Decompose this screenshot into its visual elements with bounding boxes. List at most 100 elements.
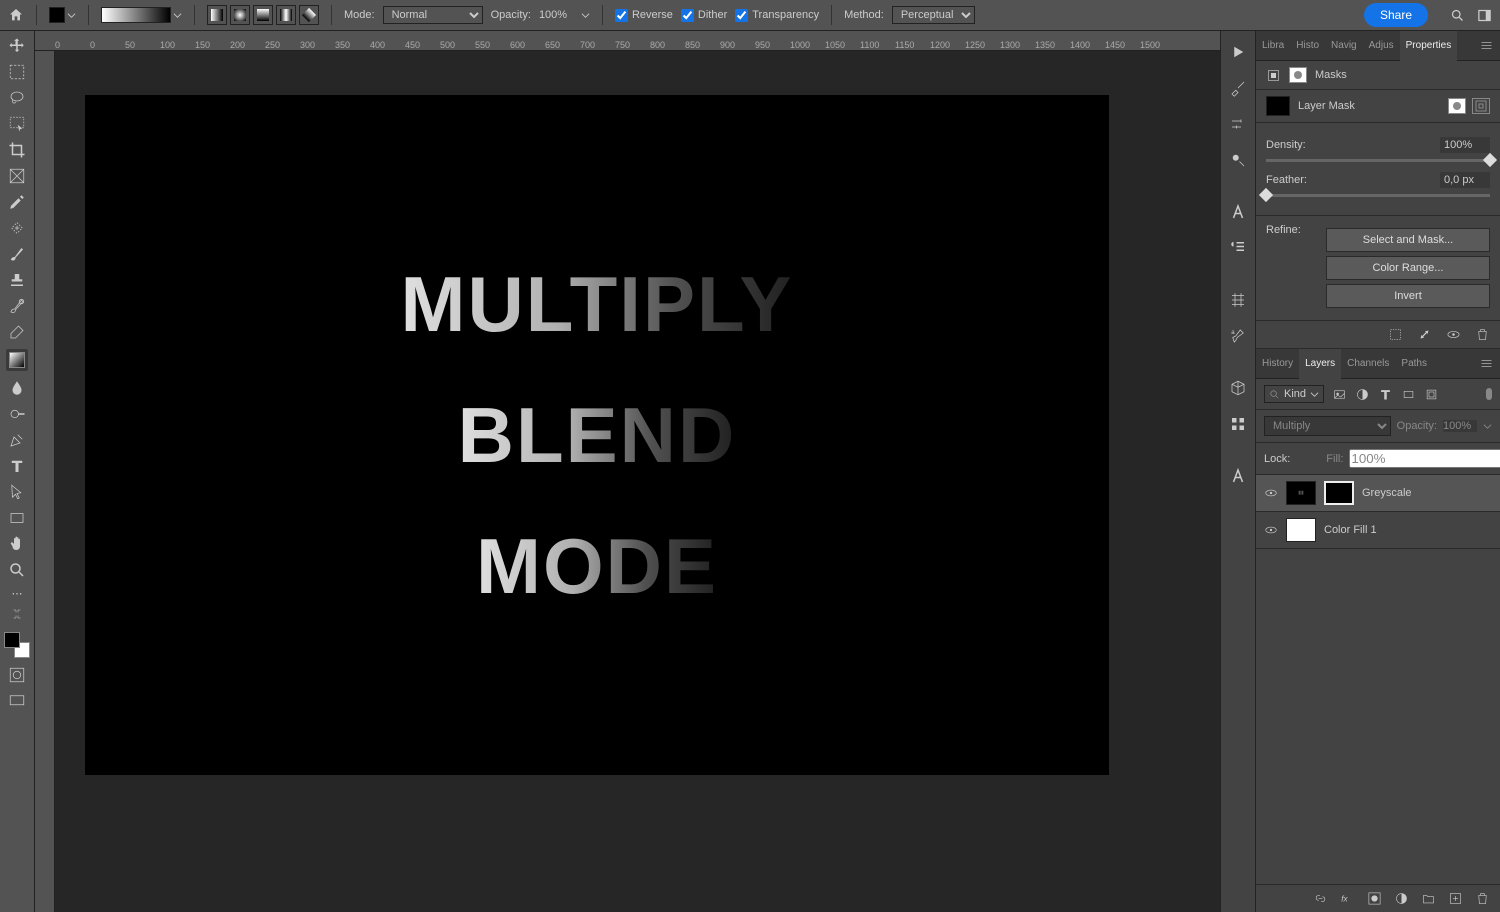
type-panel-icon[interactable] (1229, 467, 1247, 485)
tab-navigator[interactable]: Navig (1325, 31, 1363, 61)
eraser-tool-icon[interactable] (8, 323, 26, 341)
feather-slider[interactable] (1266, 194, 1490, 197)
filter-toggle[interactable] (1486, 388, 1492, 400)
layer-mask-thumbnail[interactable] (1324, 481, 1354, 505)
gradient-tool-icon[interactable] (6, 349, 28, 371)
apply-mask-icon[interactable] (1417, 327, 1432, 342)
lasso-tool-icon[interactable] (8, 89, 26, 107)
feather-input[interactable] (1440, 172, 1490, 188)
panel-menu-icon[interactable] (1479, 38, 1494, 53)
layer-filter-kind[interactable]: Kind (1264, 385, 1324, 403)
healing-tool-icon[interactable] (8, 219, 26, 237)
frame-tool-icon[interactable] (8, 167, 26, 185)
transparency-checkbox[interactable]: Transparency (735, 9, 819, 22)
layer-opacity-input[interactable] (1443, 420, 1477, 432)
select-and-mask-button[interactable]: Select and Mask... (1326, 228, 1490, 252)
rectangle-tool-icon[interactable] (8, 509, 26, 527)
edit-toolbar-icon[interactable] (11, 608, 23, 620)
path-select-tool-icon[interactable] (8, 483, 26, 501)
layer-item[interactable]: Color Fill 1 (1256, 512, 1500, 549)
grid-panel-icon[interactable] (1229, 415, 1247, 433)
visibility-icon[interactable] (1264, 486, 1278, 500)
pen-tool-icon[interactable] (8, 431, 26, 449)
filter-pixel-icon[interactable] (1332, 387, 1347, 402)
tab-properties[interactable]: Properties (1400, 31, 1458, 61)
gradient-diamond-icon[interactable] (299, 5, 319, 25)
workspace-icon[interactable] (1477, 8, 1492, 23)
glyphs-panel-icon[interactable] (1229, 291, 1247, 309)
marquee-tool-icon[interactable] (8, 63, 26, 81)
delete-mask-icon[interactable] (1475, 327, 1490, 342)
tab-libraries[interactable]: Libra (1256, 31, 1290, 61)
3d-panel-icon[interactable] (1229, 379, 1247, 397)
layer-fx-icon[interactable]: fx (1340, 891, 1355, 906)
gradient-reflected-icon[interactable] (276, 5, 296, 25)
tab-paths[interactable]: Paths (1395, 349, 1433, 379)
character-panel-icon[interactable] (1229, 203, 1247, 221)
object-select-tool-icon[interactable] (8, 115, 26, 133)
brushes-panel-icon[interactable] (1229, 79, 1247, 97)
chevron-down-icon[interactable] (581, 11, 590, 20)
eyedropper-tool-icon[interactable] (8, 193, 26, 211)
gradient-linear-icon[interactable] (207, 5, 227, 25)
layer-thumbnail[interactable] (1286, 518, 1316, 542)
add-pixel-mask-icon[interactable] (1448, 98, 1466, 114)
layer-item[interactable]: ▮▮ Greyscale (1256, 475, 1500, 512)
pixel-mask-icon[interactable] (1266, 68, 1281, 83)
adjust-panel-icon[interactable] (1229, 115, 1247, 133)
gradient-fg-swatch[interactable] (49, 7, 76, 23)
dodge-tool-icon[interactable] (8, 405, 26, 423)
quickmask-icon[interactable] (8, 666, 26, 684)
stamp-tool-icon[interactable] (8, 271, 26, 289)
ruler-vertical[interactable] (35, 51, 55, 912)
tab-history2[interactable]: History (1256, 349, 1299, 379)
type-tool-icon[interactable] (8, 457, 26, 475)
crop-tool-icon[interactable] (8, 141, 26, 159)
more-tools-icon[interactable]: ⋯ (12, 587, 23, 600)
density-input[interactable] (1440, 137, 1490, 153)
home-icon[interactable] (8, 7, 24, 23)
gradient-picker[interactable] (101, 7, 182, 23)
filter-type-icon[interactable] (1378, 387, 1393, 402)
tab-history[interactable]: Histo (1290, 31, 1325, 61)
blur-tool-icon[interactable] (8, 379, 26, 397)
tab-adjustments[interactable]: Adjus (1363, 31, 1400, 61)
tab-layers[interactable]: Layers (1299, 349, 1341, 379)
visibility-icon[interactable] (1264, 523, 1278, 537)
history-brush-tool-icon[interactable] (8, 297, 26, 315)
layer-thumbnail[interactable]: ▮▮ (1286, 481, 1316, 505)
chevron-down-icon[interactable] (1483, 422, 1492, 431)
vector-mask-icon[interactable] (1289, 67, 1307, 83)
invert-button[interactable]: Invert (1326, 284, 1490, 308)
brush-tool-icon[interactable] (8, 245, 26, 263)
gradient-radial-icon[interactable] (230, 5, 250, 25)
disable-mask-icon[interactable] (1446, 327, 1461, 342)
share-button[interactable]: Share (1364, 3, 1428, 27)
filter-shape-icon[interactable] (1401, 387, 1416, 402)
fill-input[interactable] (1349, 449, 1500, 468)
new-group-icon[interactable] (1421, 891, 1436, 906)
add-mask-icon[interactable] (1367, 891, 1382, 906)
mode-select[interactable]: Normal (383, 6, 483, 24)
color-swatches[interactable] (4, 632, 30, 658)
play-icon[interactable] (1229, 43, 1247, 61)
search-icon[interactable] (1450, 8, 1465, 23)
filter-smart-icon[interactable] (1424, 387, 1439, 402)
artboard[interactable]: MULTIPLY BLEND MODE (85, 95, 1109, 775)
panel-menu-icon[interactable] (1479, 356, 1494, 371)
ruler-horizontal[interactable]: 0050100150200250300350400450500550600650… (35, 31, 1220, 51)
gradient-angle-icon[interactable] (253, 5, 273, 25)
color-range-button[interactable]: Color Range... (1326, 256, 1490, 280)
paragraph-panel-icon[interactable] (1229, 239, 1247, 257)
new-layer-icon[interactable] (1448, 891, 1463, 906)
opacity-input[interactable] (539, 9, 573, 21)
zoom-tool-icon[interactable] (8, 561, 26, 579)
filter-adjust-icon[interactable] (1355, 387, 1370, 402)
reverse-checkbox[interactable]: Reverse (615, 9, 673, 22)
hand-tool-icon[interactable] (8, 535, 26, 553)
link-layers-icon[interactable] (1313, 891, 1328, 906)
add-vector-mask-icon[interactable] (1472, 98, 1490, 114)
density-slider[interactable] (1266, 159, 1490, 162)
blend-mode-select[interactable]: Multiply (1264, 416, 1391, 436)
method-select[interactable]: Perceptual (892, 6, 975, 24)
